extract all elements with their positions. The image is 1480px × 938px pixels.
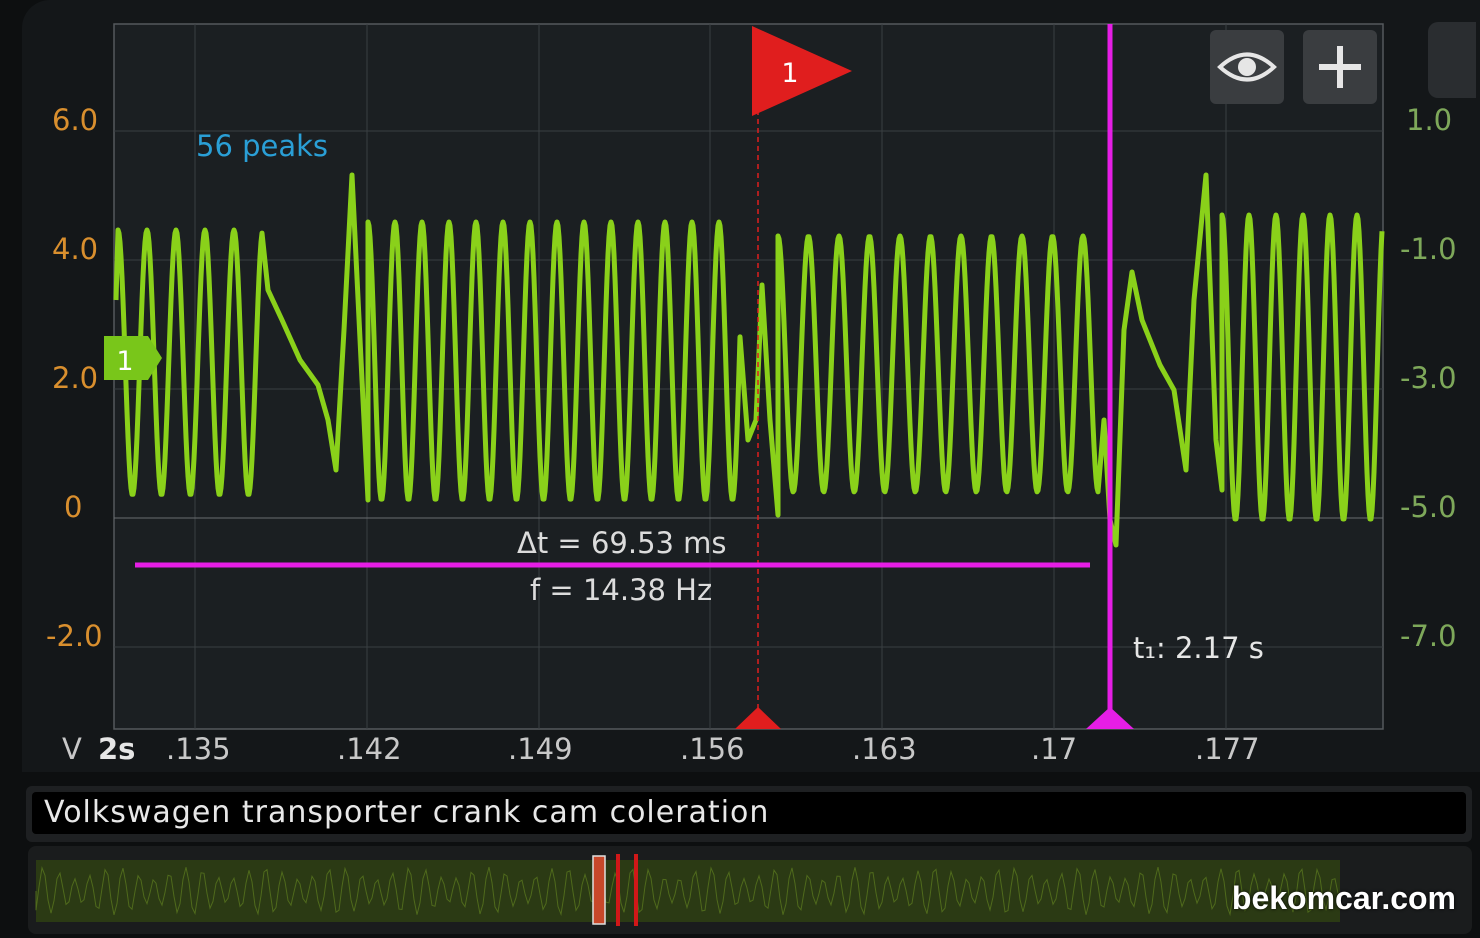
x-tick-label: .149 xyxy=(508,732,573,766)
add-button[interactable] xyxy=(1303,30,1377,104)
x-tick-label: .135 xyxy=(166,732,231,766)
left-axis-label: -2.0 xyxy=(46,619,103,653)
recording-title-bar: Volkswagen transporter crank cam colerat… xyxy=(26,786,1472,842)
overview-signal-area xyxy=(36,860,1340,922)
overview-marker xyxy=(634,854,638,926)
side-panel-handle[interactable] xyxy=(1428,22,1476,98)
time-marker-flag-label: 1 xyxy=(781,58,798,89)
right-axis-label: -5.0 xyxy=(1400,490,1457,524)
left-axis-label: 6.0 xyxy=(52,103,99,137)
right-axis-label: -1.0 xyxy=(1400,232,1457,266)
x-tick-label: .156 xyxy=(680,732,745,766)
x-tick-label: .17 xyxy=(1031,732,1078,766)
right-axis-label: -3.0 xyxy=(1400,361,1457,395)
x-tick-label: .142 xyxy=(337,732,402,766)
watermark: bekomcar.com xyxy=(1231,880,1456,916)
x-tick-label: .177 xyxy=(1195,732,1260,766)
channel-marker-label: 1 xyxy=(116,346,133,377)
visibility-button[interactable] xyxy=(1210,30,1284,104)
overview-viewport[interactable] xyxy=(592,855,606,925)
timebase-label[interactable]: 2s xyxy=(98,735,135,764)
frequency-label: f = 14.38 Hz xyxy=(530,573,713,607)
x-tick-label: .163 xyxy=(852,732,917,766)
cursor-time-label: t₁: 2.17 s xyxy=(1133,631,1264,665)
plus-icon xyxy=(1319,46,1361,88)
right-axis-label: -7.0 xyxy=(1400,619,1457,653)
eye-icon xyxy=(1217,52,1277,82)
left-axis-label: 2.0 xyxy=(52,361,99,395)
delta-time-label: Δt = 69.53 ms xyxy=(517,526,727,560)
left-axis-label: 4.0 xyxy=(52,232,99,266)
recording-title: Volkswagen transporter crank cam colerat… xyxy=(44,795,770,830)
x-unit-label: V xyxy=(62,732,82,766)
peaks-count-label: 56 peaks xyxy=(196,129,329,163)
recording-title-field[interactable]: Volkswagen transporter crank cam colerat… xyxy=(32,792,1466,834)
right-axis-label: 1.0 xyxy=(1406,103,1453,137)
left-axis-label: 0 xyxy=(64,490,83,524)
oscilloscope-app: 1 1 6.0 4.0 2.0 0 -2.0 1.0 -1.0 -3.0 -5.… xyxy=(0,0,1480,938)
overview-marker xyxy=(616,854,620,926)
